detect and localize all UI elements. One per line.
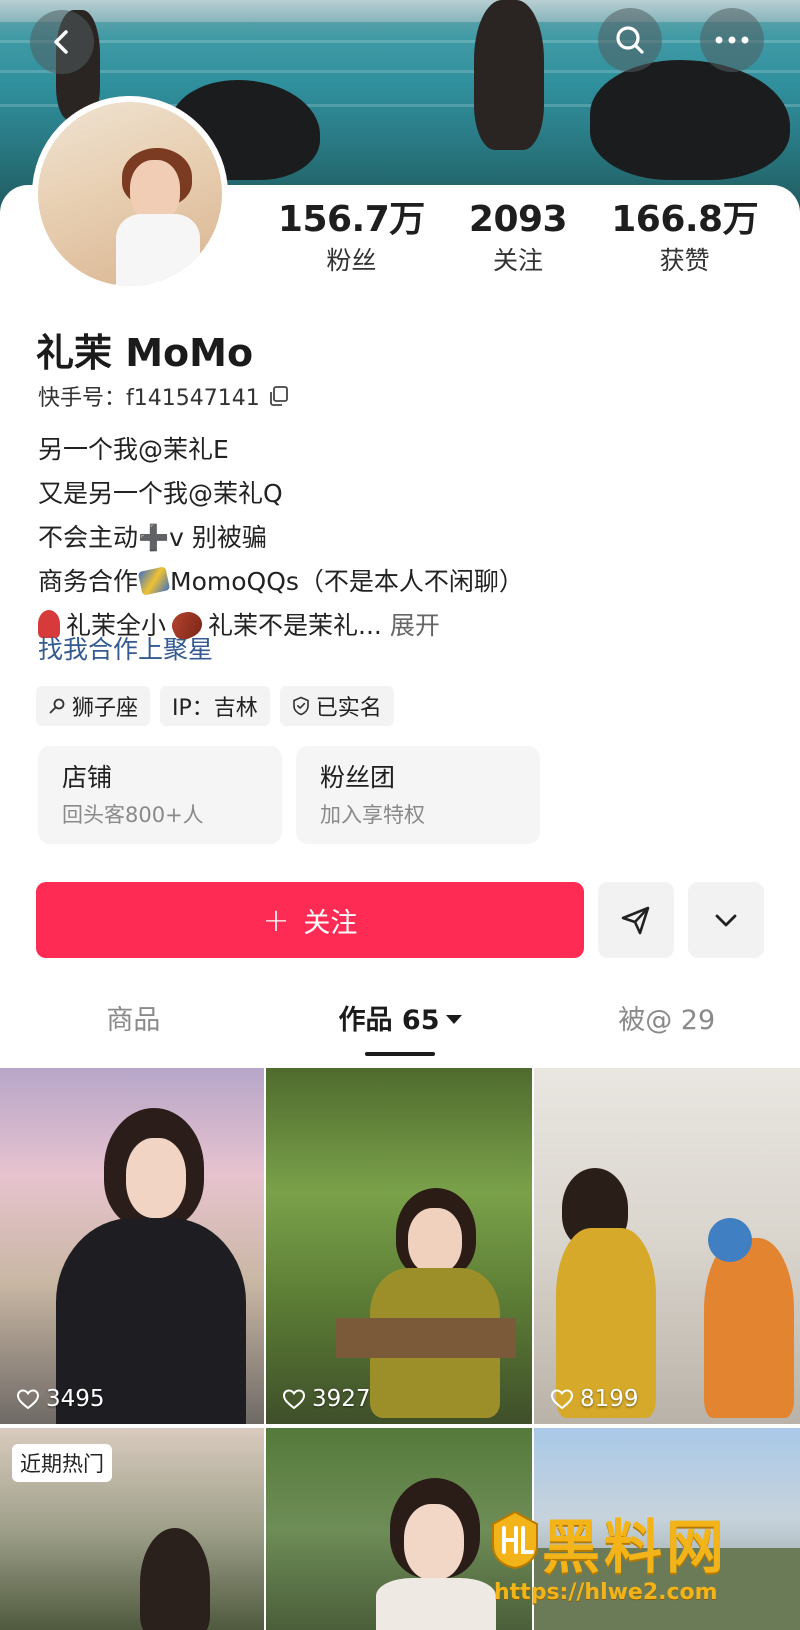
video-thumbnail[interactable]: 8199: [534, 1068, 800, 1424]
bio-line: 另一个我@茉礼E: [38, 435, 229, 464]
banner-sky: [0, 0, 800, 22]
like-count-value: 3495: [46, 1386, 105, 1412]
video-grid: 3495 3927 8199 近期热门 黑料网 https://hlwe2.co…: [0, 1068, 800, 1630]
like-count-value: 3927: [312, 1386, 371, 1412]
avatar-face: [130, 160, 180, 222]
like-count: 3927: [282, 1386, 371, 1412]
avatar-shirt: [116, 214, 200, 286]
tag-ip: IP：吉林: [160, 686, 270, 726]
heart-icon: [282, 1389, 306, 1410]
tag-verified: 已实名: [279, 686, 394, 726]
stat-label: 粉丝: [326, 246, 377, 275]
profile-tags: 狮子座 IP：吉林 已实名: [36, 686, 394, 726]
ellipsis-icon: [715, 36, 749, 44]
tag-label: IP：吉林: [172, 696, 258, 721]
like-count: 8199: [550, 1386, 639, 1412]
bio-line: 又是另一个我@茉礼Q: [38, 479, 283, 508]
action-bar: + 关注: [36, 882, 764, 958]
heart-icon: [550, 1389, 574, 1410]
banner-rider: [474, 0, 544, 150]
kuaishou-id-text: 快手号：f141547141: [38, 386, 260, 411]
watermark-logo-icon: [492, 1510, 538, 1570]
thumbnail-figure: [140, 1528, 210, 1630]
shield-check-icon: [292, 696, 309, 716]
tab-label: 被@ 29: [618, 1005, 716, 1036]
plus-icon: +: [262, 901, 290, 939]
chevron-down-icon: [715, 914, 737, 927]
thumbnail-figure: [336, 1318, 516, 1358]
stat-label: 获赞: [659, 246, 710, 275]
profile-stats: 156.7万 粉丝 2093 关注 166.8万 获赞: [268, 200, 768, 276]
banner-wave: [0, 40, 800, 43]
tag-label: 已实名: [315, 696, 382, 721]
profile-name: 礼茉 MoMo: [36, 331, 254, 375]
follow-button[interactable]: + 关注: [36, 882, 584, 958]
bio: 另一个我@茉礼E 又是另一个我@茉礼Q 不会主动➕v 别被骗 商务合作 MomoQ…: [38, 428, 758, 648]
watermark-title: 黑料网: [542, 1513, 729, 1581]
back-button[interactable]: [30, 10, 94, 74]
search-icon: [616, 26, 644, 54]
cooperation-link[interactable]: 找我合作上聚星: [38, 630, 213, 666]
share-button[interactable]: [598, 882, 674, 958]
feature-subtitle: 加入享特权: [320, 803, 425, 827]
search-button[interactable]: [598, 8, 662, 72]
tab-underline: [365, 1052, 435, 1056]
thumbnail-figure: [404, 1504, 464, 1580]
feature-cards: 店铺 回头客800+人 粉丝团 加入享特权: [38, 746, 540, 844]
thumbnail-figure: [376, 1578, 496, 1630]
follow-label: 关注: [303, 907, 358, 939]
bio-line: 不会主动➕v 别被骗: [38, 523, 267, 552]
video-thumbnail[interactable]: 3927: [266, 1068, 532, 1424]
stat-following[interactable]: 2093 关注: [435, 200, 602, 276]
fan-club-card[interactable]: 粉丝团 加入享特权: [296, 746, 540, 844]
copy-icon[interactable]: [268, 385, 290, 407]
watermark-url: https://hlwe2.com: [494, 1580, 718, 1605]
video-thumbnail[interactable]: 3495: [0, 1068, 264, 1424]
dropdown-button[interactable]: [688, 882, 764, 958]
video-thumbnail[interactable]: 近期热门: [0, 1428, 264, 1630]
stat-value: 156.7万: [277, 199, 425, 240]
tab-label: 商品: [106, 1005, 161, 1036]
feature-title: 店铺: [62, 763, 113, 792]
banner-horse: [590, 60, 790, 180]
feature-subtitle: 回头客800+人: [62, 803, 204, 827]
tab-mentions[interactable]: 被@ 29: [533, 1000, 800, 1062]
tag-label: 狮子座: [72, 696, 139, 721]
send-icon: [621, 906, 650, 935]
like-count-value: 8199: [580, 1386, 639, 1412]
avatar[interactable]: [32, 96, 228, 292]
expand-link[interactable]: 展开: [390, 611, 440, 640]
stat-label: 关注: [493, 246, 544, 275]
hot-badge: 近期热门: [12, 1444, 112, 1482]
badge-emoji-icon: [137, 566, 171, 596]
caret-down-icon: [445, 1015, 462, 1024]
feature-title: 粉丝团: [320, 763, 396, 792]
tab-works[interactable]: 作品 65: [267, 1000, 534, 1062]
stat-likes[interactable]: 166.8万 获赞: [601, 200, 768, 276]
kuaishou-id: 快手号：f141547141: [38, 380, 290, 412]
tag-zodiac: 狮子座: [36, 686, 151, 726]
stat-value: 166.8万: [611, 199, 759, 240]
content-tabs: 商品 作品 65 被@ 29: [0, 1000, 800, 1062]
stat-followers[interactable]: 156.7万 粉丝: [268, 200, 435, 276]
bio-business-text: MomoQQs（不是本人不闲聊）: [170, 567, 524, 596]
bio-last-b: 礼茉不是茉礼...: [208, 611, 382, 640]
more-button[interactable]: [700, 8, 764, 72]
thumbnail-figure: [704, 1238, 794, 1418]
tab-label: 作品 65: [338, 1005, 440, 1036]
like-count: 3495: [16, 1386, 105, 1412]
chevron-left-icon: [54, 30, 68, 54]
thumbnail-figure: [708, 1218, 752, 1262]
watermark: 黑料网 https://hlwe2.com: [490, 1500, 790, 1620]
shop-card[interactable]: 店铺 回头客800+人: [38, 746, 282, 844]
bio-line-business: 商务合作 MomoQQs（不是本人不闲聊）: [38, 560, 758, 604]
thumbnail-figure: [126, 1138, 186, 1218]
tab-products[interactable]: 商品: [0, 1000, 267, 1062]
stat-value: 2093: [468, 199, 568, 240]
search-key-icon: [49, 698, 65, 714]
bio-business-prefix: 商务合作: [38, 567, 139, 596]
thumbnail-figure: [408, 1208, 462, 1274]
heart-icon: [16, 1389, 40, 1410]
